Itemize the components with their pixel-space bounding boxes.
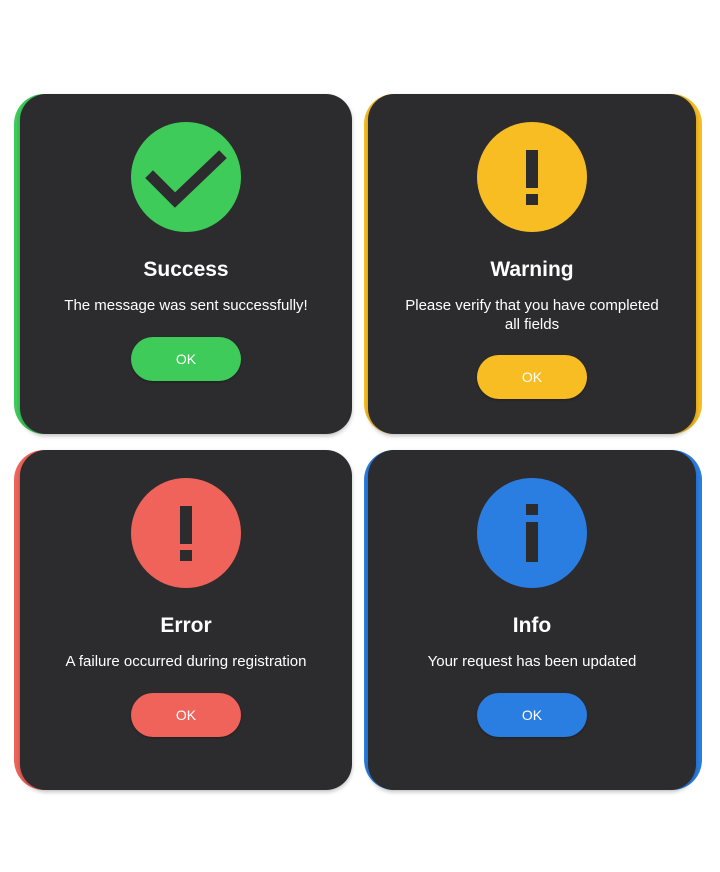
- success-ok-button[interactable]: OK: [131, 337, 241, 381]
- error-dialog-card: Error A failure occurred during registra…: [20, 450, 352, 790]
- warning-dialog-message: Please verify that you have completed al…: [405, 297, 659, 333]
- check-icon: [131, 122, 241, 232]
- exclamation-icon: [131, 478, 241, 588]
- info-dialog-card: Info Your request has been updated OK: [368, 450, 696, 790]
- error-dialog-message: A failure occurred during registration: [65, 653, 307, 670]
- error-dialog-title: Error: [160, 614, 212, 637]
- success-dialog-title: Success: [143, 258, 229, 281]
- warning-dialog-card: Warning Please verify that you have comp…: [368, 94, 696, 434]
- success-dialog-card: Success The message was sent successfull…: [20, 94, 352, 434]
- info-ok-button[interactable]: OK: [477, 693, 587, 737]
- info-dialog: Info Your request has been updated OK: [364, 450, 702, 790]
- warning-dialog: Warning Please verify that you have comp…: [364, 94, 702, 434]
- info-icon: [477, 478, 587, 588]
- info-dialog-message: Your request has been updated: [427, 653, 637, 670]
- alert-dialogs-page: Success The message was sent successfull…: [0, 0, 720, 872]
- warning-ok-button[interactable]: OK: [477, 355, 587, 399]
- success-dialog-message: The message was sent successfully!: [64, 297, 308, 314]
- success-dialog: Success The message was sent successfull…: [14, 94, 352, 434]
- error-dialog: Error A failure occurred during registra…: [14, 450, 352, 790]
- exclamation-icon: [477, 122, 587, 232]
- info-dialog-title: Info: [512, 614, 552, 637]
- warning-dialog-title: Warning: [490, 258, 574, 281]
- error-ok-button[interactable]: OK: [131, 693, 241, 737]
